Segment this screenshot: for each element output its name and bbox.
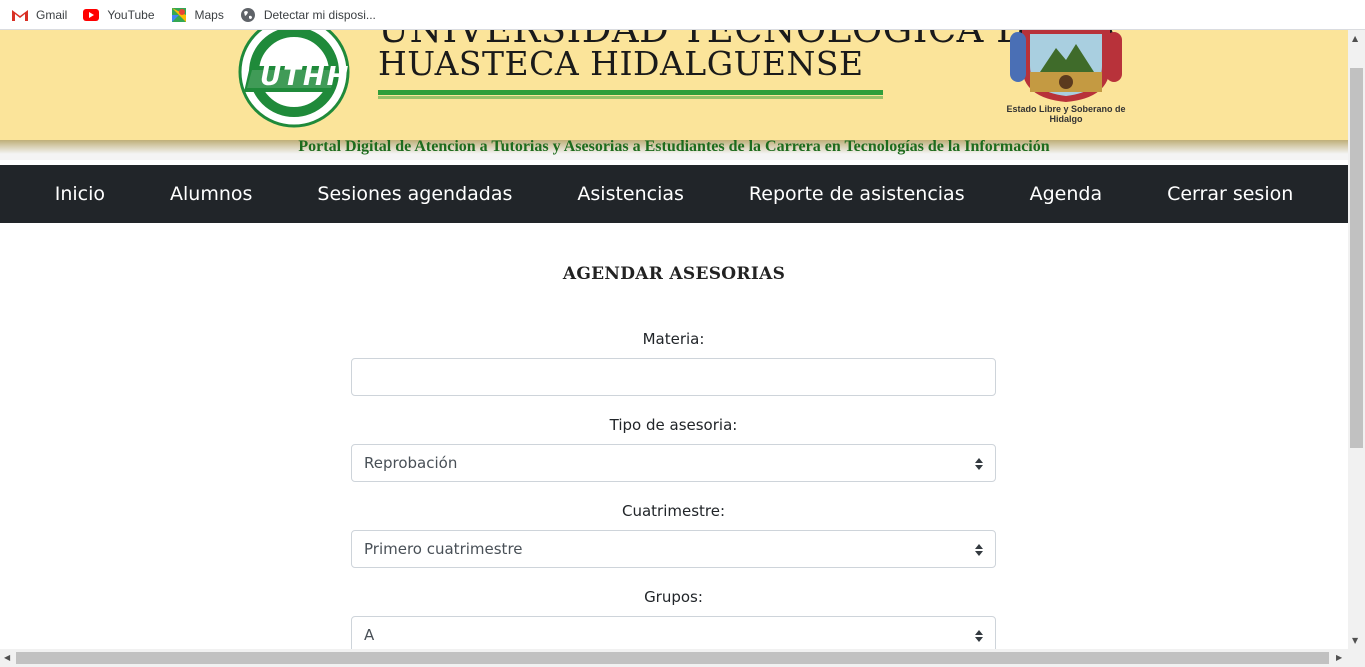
cuatrimestre-value: Primero cuatrimestre bbox=[364, 540, 523, 558]
bookmark-label: Detectar mi disposi... bbox=[263, 7, 376, 22]
globe-icon bbox=[240, 7, 256, 23]
select-caret-icon bbox=[975, 630, 983, 642]
vertical-scrollbar[interactable]: ▲ ▼ bbox=[1348, 30, 1365, 649]
nav-cerrar-sesion[interactable]: Cerrar sesion bbox=[1135, 183, 1326, 205]
bookmark-detectar[interactable]: Detectar mi disposi... bbox=[240, 7, 376, 23]
scroll-right-icon[interactable]: ▶ bbox=[1336, 653, 1342, 662]
logo-text: UTHH bbox=[260, 62, 351, 92]
materia-label: Materia: bbox=[642, 330, 705, 348]
university-name-line2: HUASTECA HIDALGUENSE bbox=[378, 44, 864, 83]
nav-inicio[interactable]: Inicio bbox=[22, 183, 137, 205]
nav-asistencias[interactable]: Asistencias bbox=[545, 183, 717, 205]
crest-caption: Estado Libre y Soberano de Hidalgo bbox=[1006, 104, 1126, 124]
bookmark-label: Gmail bbox=[36, 7, 68, 22]
select-caret-icon bbox=[975, 544, 983, 556]
form-title: AGENDAR ASESORIAS bbox=[562, 264, 786, 284]
bookmark-label: YouTube bbox=[107, 7, 155, 22]
header-stripe-green bbox=[378, 90, 883, 95]
nav-agenda[interactable]: Agenda bbox=[997, 183, 1135, 205]
grupos-value: A bbox=[364, 626, 375, 644]
horizontal-scroll-thumb[interactable] bbox=[16, 652, 1329, 664]
hidalgo-crest bbox=[1000, 30, 1132, 102]
youtube-icon bbox=[83, 7, 100, 23]
horizontal-scrollbar[interactable]: ◀ ▶ bbox=[0, 649, 1365, 667]
tipo-asesoria-select[interactable]: Reprobación bbox=[351, 444, 996, 482]
vertical-scroll-thumb[interactable] bbox=[1350, 68, 1363, 448]
cuatrimestre-label: Cuatrimestre: bbox=[621, 502, 726, 520]
nav-reporte-asistencias[interactable]: Reporte de asistencias bbox=[716, 183, 997, 205]
grupos-select[interactable]: A bbox=[351, 616, 996, 649]
bookmark-youtube[interactable]: YouTube bbox=[83, 7, 155, 23]
header-stripe-light bbox=[378, 96, 883, 99]
bookmark-gmail[interactable]: Gmail bbox=[12, 7, 67, 23]
cuatrimestre-select[interactable]: Primero cuatrimestre bbox=[351, 530, 996, 568]
gmail-icon bbox=[12, 7, 28, 23]
bookmark-label: Maps bbox=[194, 7, 224, 22]
select-caret-icon bbox=[975, 458, 983, 470]
portal-subtitle: Portal Digital de Atencion a Tutorias y … bbox=[298, 138, 1050, 155]
bookmark-maps[interactable]: Maps bbox=[171, 7, 224, 23]
grupos-label: Grupos: bbox=[644, 588, 703, 606]
materia-input[interactable] bbox=[351, 358, 996, 396]
nav-sesiones-agendadas[interactable]: Sesiones agendadas bbox=[285, 183, 545, 205]
maps-icon bbox=[171, 7, 187, 23]
bookmarks-bar: Gmail YouTube Maps Detectar mi disposi..… bbox=[0, 0, 1365, 30]
uthh-logo: UTHH bbox=[216, 30, 372, 128]
page-viewport: UTHH UNIVERSIDAD TECNOLOGICA DE LA HUAST… bbox=[0, 30, 1348, 649]
scroll-down-icon[interactable]: ▼ bbox=[1352, 636, 1358, 645]
tipo-asesoria-label: Tipo de asesoria: bbox=[609, 416, 738, 434]
nav-alumnos[interactable]: Alumnos bbox=[138, 183, 285, 205]
main-navbar: Inicio Alumnos Sesiones agendadas Asiste… bbox=[0, 165, 1348, 223]
scroll-up-icon[interactable]: ▲ bbox=[1352, 34, 1358, 43]
tipo-asesoria-value: Reprobación bbox=[364, 454, 458, 472]
scroll-left-icon[interactable]: ◀ bbox=[4, 653, 10, 662]
